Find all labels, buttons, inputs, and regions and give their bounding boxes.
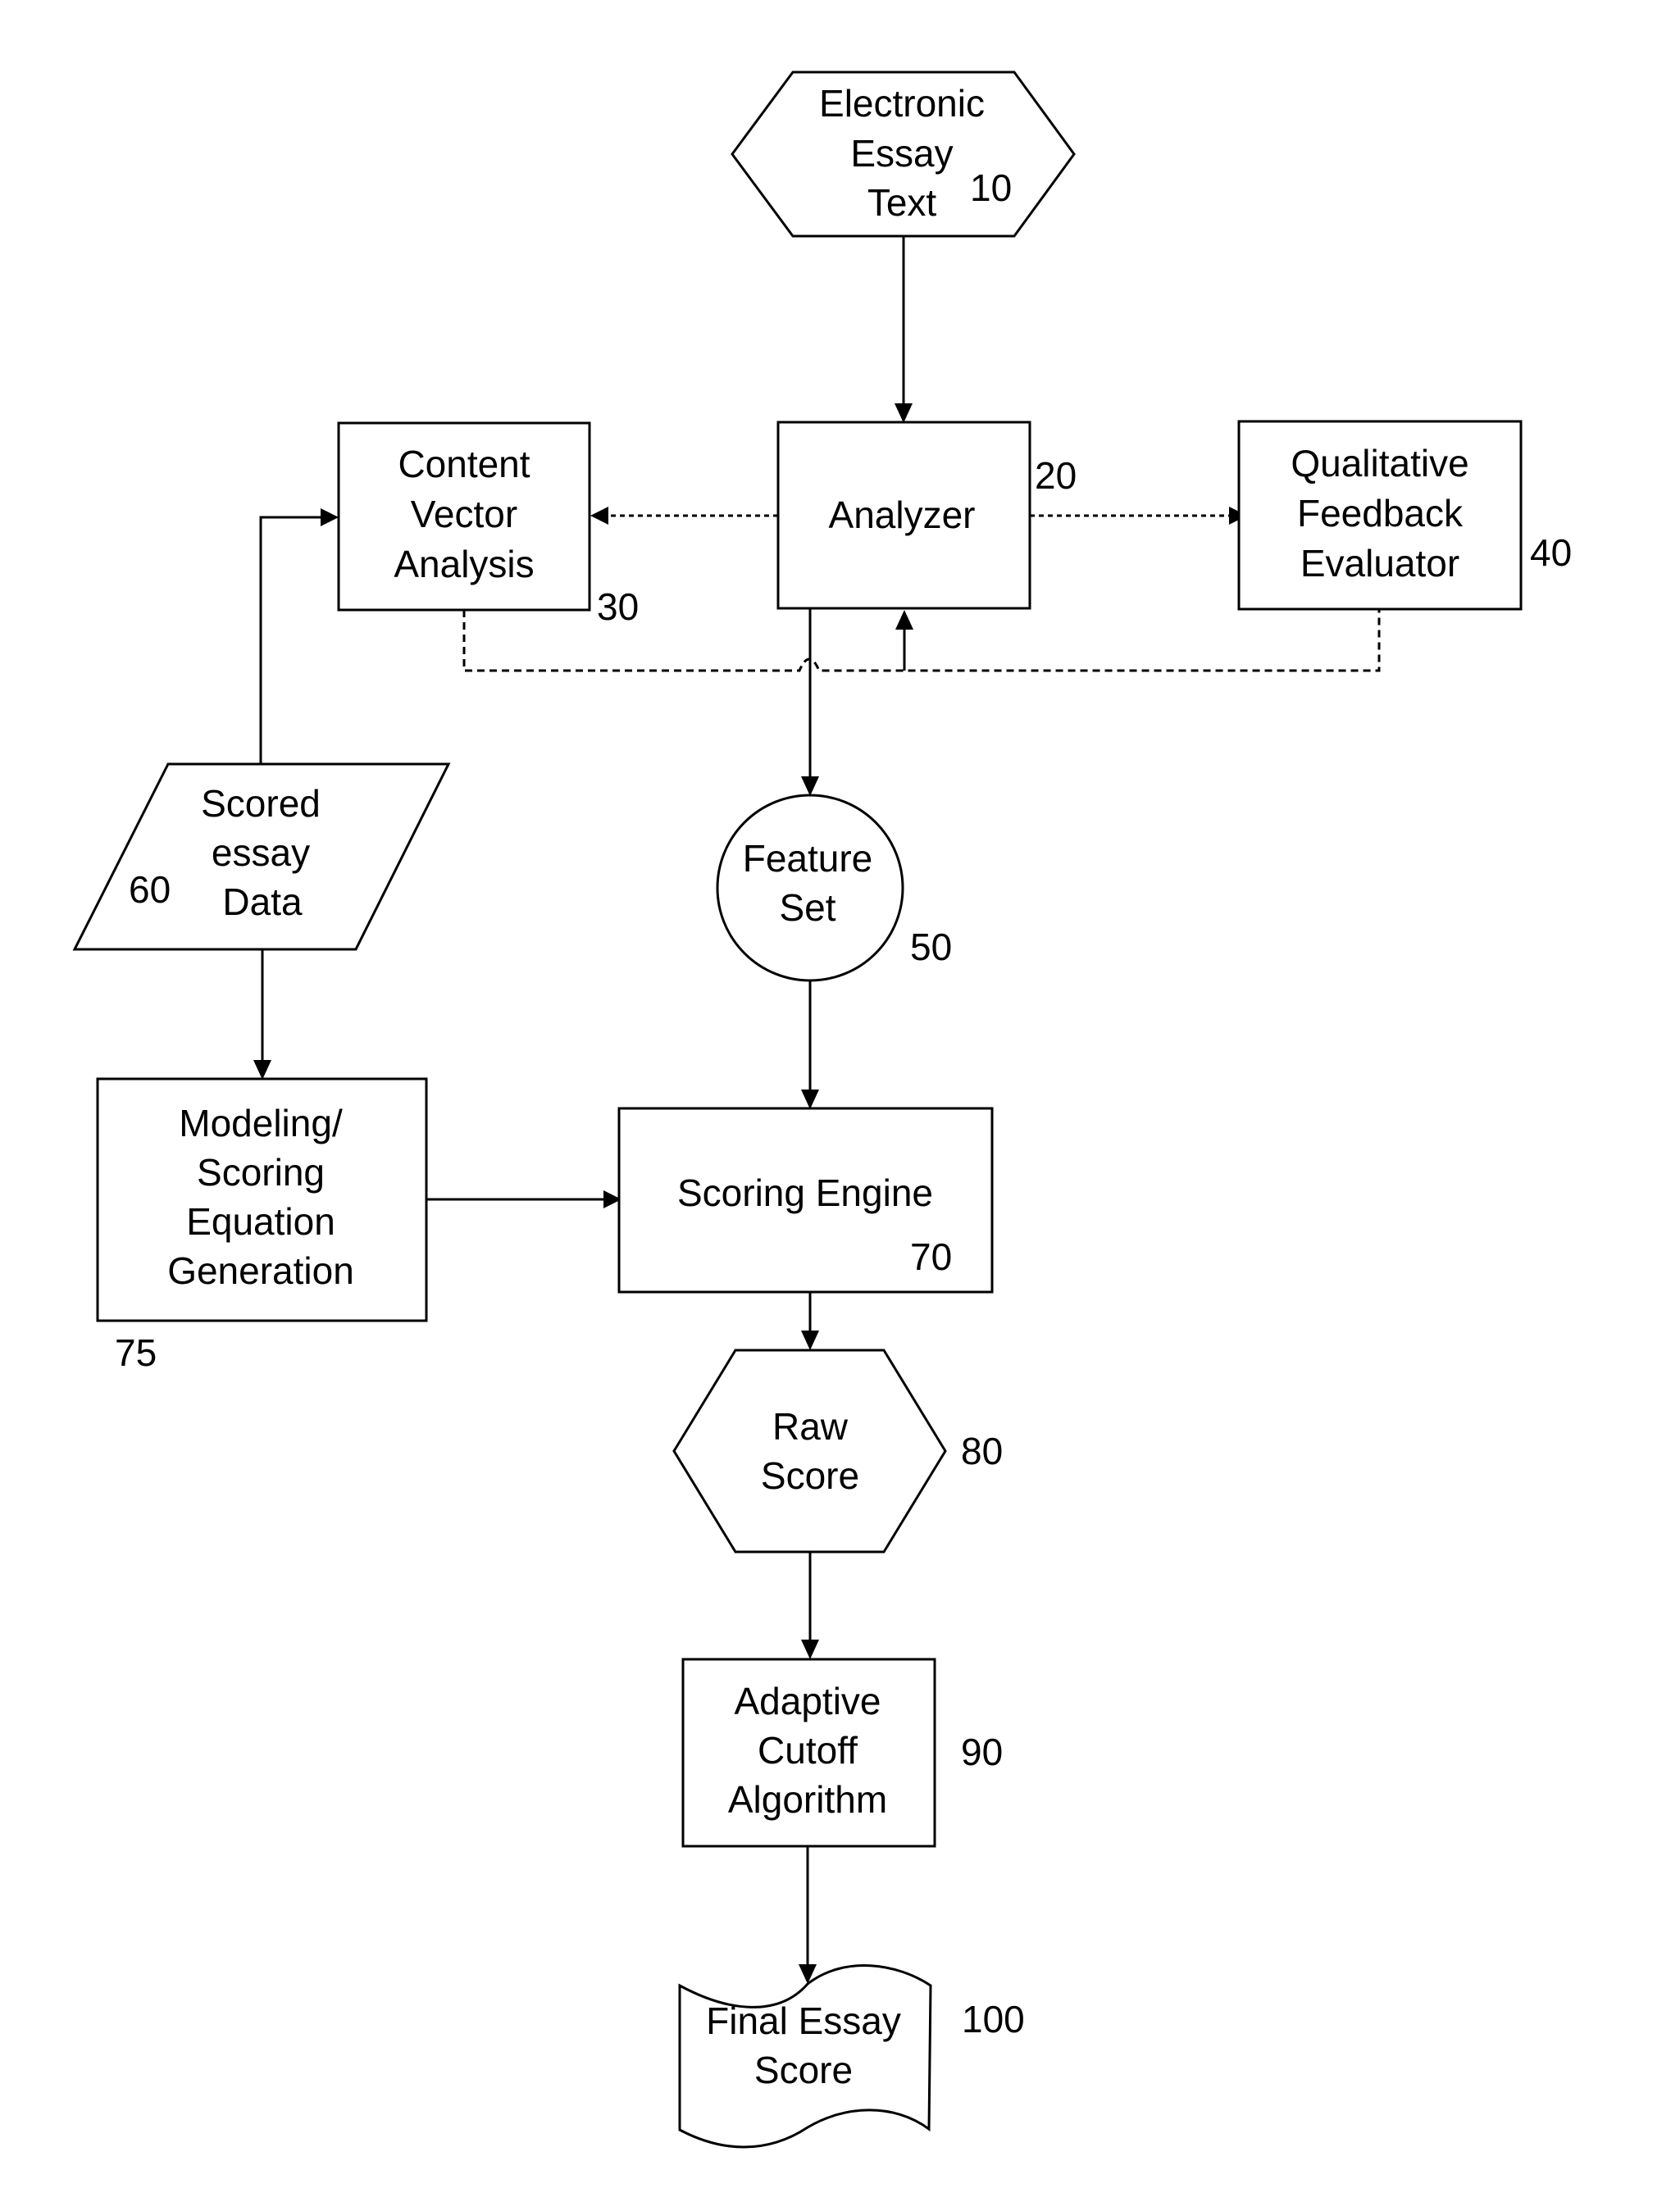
node-raw-score[interactable]: Raw Score (672, 1349, 947, 1554)
reference-number: 50 (910, 926, 952, 968)
node-label-line: Text (867, 181, 937, 224)
edge-analyzer-to-content (590, 507, 778, 525)
node-label-line: Modeling/ (179, 1102, 343, 1144)
reference-number: 30 (597, 585, 639, 628)
node-label-line: essay (212, 831, 310, 874)
node-label-line: Score (754, 2049, 853, 2091)
edge-analyzer-to-qualitative (1030, 507, 1247, 525)
arrowhead-icon (253, 1060, 271, 1080)
arrowhead-icon (321, 508, 339, 526)
edge-modeling-to-scoring (426, 1190, 621, 1208)
reference-number: 10 (970, 166, 1012, 209)
arrowhead-icon (801, 776, 819, 796)
node-label-line: Final Essay (706, 1999, 901, 2042)
node-label-line: Raw (772, 1405, 849, 1448)
node-label-line: Essay (850, 132, 953, 175)
node-analyzer[interactable]: Analyzer (776, 421, 1031, 610)
node-label-line: Feature (743, 837, 873, 880)
node-label-line: Equation (186, 1200, 335, 1243)
node-feature-set[interactable]: Feature Set (716, 794, 904, 982)
arrowhead-icon (801, 1331, 819, 1350)
reference-number: 90 (961, 1731, 1003, 1773)
node-label-line: Content (398, 443, 530, 485)
node-label-line: Data (222, 880, 303, 923)
arrowhead-icon (801, 1090, 819, 1109)
arrowhead-icon (895, 610, 913, 630)
reference-number: 100 (962, 1998, 1025, 2040)
arrowhead-icon (801, 1640, 819, 1659)
edge-feature-to-scoring (801, 980, 819, 1109)
arrowhead-icon (895, 403, 913, 423)
node-label-line: Scored (201, 782, 321, 825)
node-electronic-essay-text[interactable]: Electronic Essay Text 10 (731, 71, 1076, 238)
node-label-line: Scoring Engine (677, 1171, 933, 1214)
node-label-line: Evaluator (1300, 542, 1459, 585)
edge-scoring-to-raw (801, 1292, 819, 1350)
node-label-line: Set (779, 886, 835, 929)
node-label-line: Adaptive (734, 1680, 881, 1722)
node-label-line: Scoring (197, 1151, 325, 1194)
node-label-line: Qualitative (1291, 442, 1468, 485)
edge-essay-to-analyzer (895, 236, 913, 423)
node-label-line: Feedback (1297, 492, 1464, 535)
reference-number: 75 (115, 1331, 157, 1374)
node-label-line: Generation (167, 1249, 354, 1292)
node-label-line: Algorithm (728, 1778, 887, 1821)
node-qualitative-feedback-evaluator[interactable]: Qualitative Feedback Evaluator (1237, 420, 1523, 611)
edge-analyzer-to-feature-set (801, 608, 819, 796)
reference-number: 40 (1530, 531, 1572, 574)
node-label-line: Score (761, 1454, 859, 1497)
node-label-line: Analyzer (829, 494, 976, 536)
flowchart-canvas: Electronic Essay Text 10 Analyzer 20 Con… (72, 71, 1572, 2149)
reference-number: 60 (129, 868, 171, 911)
node-label-line: Cutoff (758, 1729, 858, 1772)
node-content-vector-analysis[interactable]: Content Vector Analysis (337, 421, 591, 612)
node-label-line: Analysis (394, 543, 534, 585)
node-adaptive-cutoff-algorithm[interactable]: Adaptive Cutoff Algorithm (681, 1658, 936, 1848)
reference-number: 20 (1035, 454, 1077, 497)
edge-adaptive-to-final (799, 1846, 817, 1984)
edge-raw-to-adaptive (801, 1552, 819, 1659)
reference-number: 80 (961, 1430, 1003, 1472)
node-scoring-engine[interactable]: Scoring Engine 70 (617, 1107, 994, 1294)
edge-scored-to-modeling (253, 949, 271, 1080)
reference-number: 70 (910, 1235, 952, 1278)
node-scored-essay-data[interactable]: Scored essay Data 60 (72, 762, 451, 951)
node-final-essay-score[interactable]: Final Essay Score (678, 1964, 932, 2149)
arrowhead-icon (590, 507, 608, 525)
node-label-line: Electronic (819, 82, 985, 125)
node-modeling-scoring-equation[interactable]: Modeling/ Scoring Equation Generation (96, 1077, 428, 1322)
node-label-line: Vector (411, 493, 517, 535)
edge-scored-to-content (259, 508, 339, 764)
